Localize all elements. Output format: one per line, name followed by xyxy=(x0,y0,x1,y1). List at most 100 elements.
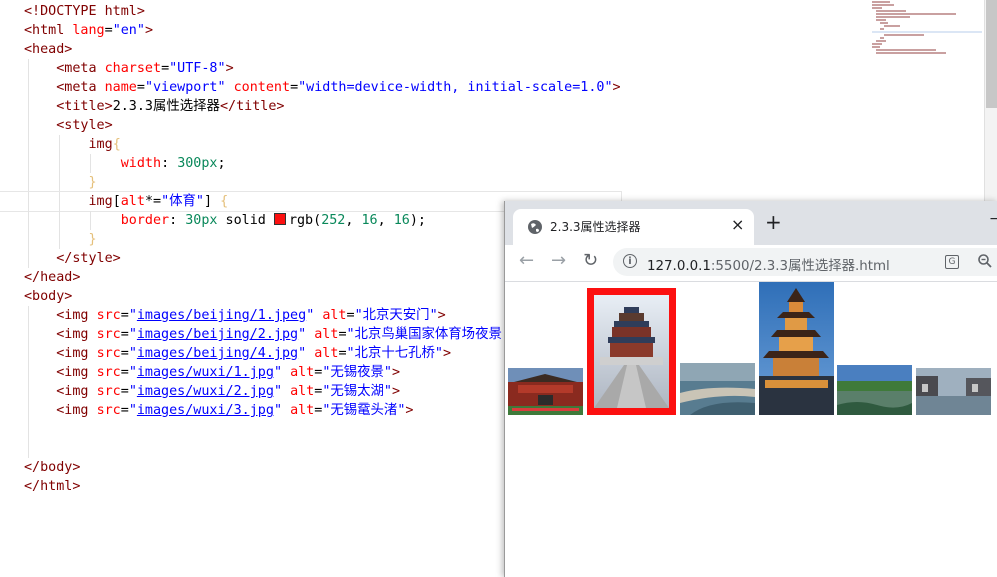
code-link[interactable]: images/wuxi/2.jpg xyxy=(137,384,274,399)
color-swatch-icon[interactable] xyxy=(273,213,286,225)
code-text: } xyxy=(88,232,97,247)
code-link[interactable]: images/wuxi/3.jpg xyxy=(137,403,274,418)
code-line[interactable]: <meta charset="UTF-8"> xyxy=(0,59,621,78)
minimap[interactable] xyxy=(872,0,982,60)
code-text: src xyxy=(96,327,121,342)
translate-icon[interactable]: G xyxy=(945,255,959,269)
photo-pagoda-night[interactable] xyxy=(759,282,834,415)
code-text: rgb( xyxy=(288,213,322,228)
forward-button[interactable]: → xyxy=(551,251,566,271)
code-text: img xyxy=(88,137,113,152)
browser-toolbar: ← → ↻ i 127.0.0.1:5500/2.3.3属性选择器.html G xyxy=(505,245,997,282)
code-line[interactable]: <head> xyxy=(0,40,621,59)
url-text[interactable]: 127.0.0.1:5500/2.3.3属性选择器.html xyxy=(647,254,890,274)
code-text: = xyxy=(104,23,113,38)
tab-strip: 2.3.3属性选择器 × + − xyxy=(505,201,997,245)
back-button[interactable]: ← xyxy=(519,251,534,271)
code-line[interactable]: width: 300px; xyxy=(0,154,621,173)
page-viewport[interactable] xyxy=(505,282,997,577)
code-text: "北京十七孔桥" xyxy=(346,346,443,361)
code-text: = xyxy=(346,308,355,323)
photo-water-town[interactable] xyxy=(916,368,991,415)
code-text: img xyxy=(88,194,113,209)
code-text: " xyxy=(306,308,315,323)
code-line[interactable]: <!DOCTYPE html> xyxy=(0,2,621,21)
code-text: 300px xyxy=(177,156,218,171)
code-text: width xyxy=(120,156,162,171)
info-icon[interactable]: i xyxy=(623,254,637,268)
code-line[interactable]: } xyxy=(0,173,621,192)
tab-title: 2.3.3属性选择器 xyxy=(550,220,641,234)
close-icon[interactable]: × xyxy=(731,215,744,234)
code-text: </title> xyxy=(219,99,285,114)
code-text: ); xyxy=(409,213,426,228)
code-text: "北京天安门" xyxy=(354,308,438,323)
code-text: *= xyxy=(144,194,162,209)
code-text: " xyxy=(128,327,137,342)
code-text: " xyxy=(128,403,137,418)
code-text: lang xyxy=(72,23,105,38)
code-link[interactable]: images/beijing/4.jpg xyxy=(137,346,298,361)
code-text: "en" xyxy=(112,23,145,38)
code-line[interactable]: <style> xyxy=(0,116,621,135)
browser-window[interactable]: 2.3.3属性选择器 × + − ← → ↻ i 127.0.0.1:5500/… xyxy=(504,201,997,577)
code-text: src xyxy=(96,346,121,361)
code-link[interactable]: images/wuxi/1.jpg xyxy=(137,365,274,380)
code-text: "无锡鼋头渚" xyxy=(322,403,406,418)
photo-temple-of-heaven[interactable] xyxy=(587,288,676,415)
minimize-button[interactable]: − xyxy=(989,211,997,227)
photo-lake[interactable] xyxy=(837,365,912,415)
code-text: > xyxy=(437,308,446,323)
code-text: , xyxy=(377,213,394,228)
browser-tab[interactable]: 2.3.3属性选择器 × xyxy=(513,209,754,245)
code-text: = xyxy=(120,403,129,418)
code-text: = xyxy=(120,384,129,399)
code-text: "UTF-8" xyxy=(169,61,226,76)
code-text: > xyxy=(612,80,621,95)
code-text: src xyxy=(96,384,121,399)
photo-tiananmen[interactable] xyxy=(508,368,583,415)
code-text: </style> xyxy=(56,251,121,266)
code-text: " xyxy=(273,384,282,399)
code-line[interactable]: <html lang="en"> xyxy=(0,21,621,40)
code-text: > xyxy=(405,403,414,418)
code-text: = xyxy=(120,365,129,380)
code-text: <img xyxy=(56,346,97,361)
code-text: = xyxy=(290,80,299,95)
code-text: solid xyxy=(217,213,274,228)
photo-bridge[interactable] xyxy=(680,363,755,415)
code-text: 30px xyxy=(185,213,218,228)
reload-button[interactable]: ↻ xyxy=(583,251,598,271)
code-text: ; xyxy=(217,156,226,171)
code-text: [ xyxy=(112,194,121,209)
code-line[interactable]: <title>2.3.3属性选择器</title> xyxy=(0,97,621,116)
code-text: "体育" xyxy=(161,194,204,209)
zoom-icon[interactable] xyxy=(977,253,993,269)
code-text: <style> xyxy=(56,118,113,133)
code-text: ] xyxy=(203,194,221,209)
code-text: } xyxy=(88,175,97,190)
code-text: " xyxy=(273,403,282,418)
code-text: = xyxy=(120,308,129,323)
code-text: src xyxy=(96,308,121,323)
code-text: : xyxy=(169,213,186,228)
code-text: "无锡太湖" xyxy=(322,384,392,399)
code-link[interactable]: images/beijing/2.jpg xyxy=(137,327,298,342)
code-text: alt xyxy=(290,403,315,418)
new-tab-button[interactable]: + xyxy=(765,211,782,233)
code-text: "viewport" xyxy=(144,80,226,95)
code-text: 16 xyxy=(361,213,378,228)
code-text: alt xyxy=(290,384,315,399)
address-bar[interactable]: i 127.0.0.1:5500/2.3.3属性选择器.html G xyxy=(613,248,997,276)
code-text: " xyxy=(273,365,282,380)
code-link[interactable]: images/beijing/1.jpeg xyxy=(137,308,306,323)
code-text: { xyxy=(220,194,229,209)
code-text: 252 xyxy=(321,213,346,228)
code-line[interactable]: img{ xyxy=(0,135,621,154)
code-line[interactable]: <meta name="viewport" content="width=dev… xyxy=(0,78,621,97)
code-text: src xyxy=(96,365,121,380)
code-text: = xyxy=(120,327,129,342)
scrollbar-thumb[interactable] xyxy=(986,0,997,108)
code-text: , xyxy=(345,213,362,228)
code-text: name xyxy=(104,80,137,95)
